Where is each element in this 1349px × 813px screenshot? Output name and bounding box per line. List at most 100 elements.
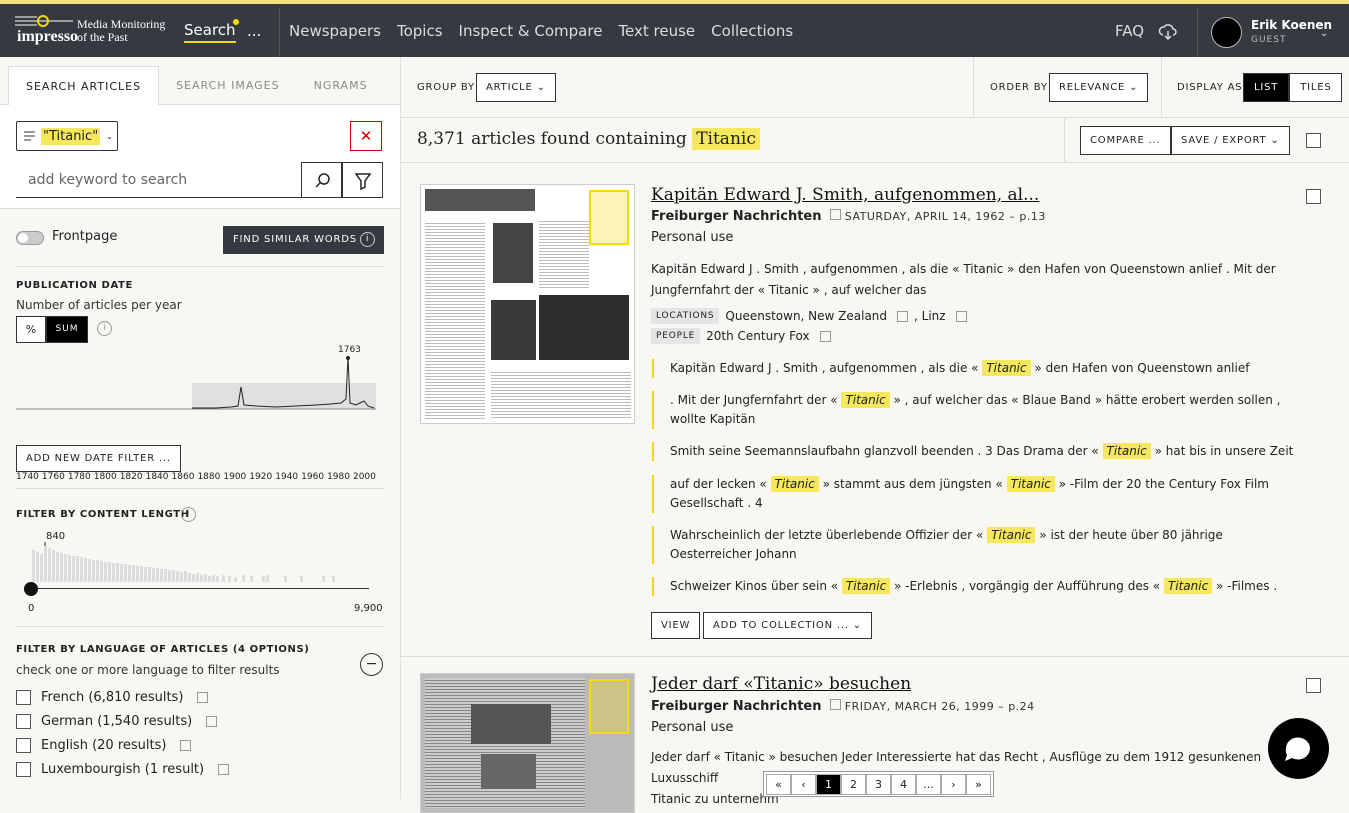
nav-faq[interactable]: FAQ — [1115, 22, 1144, 40]
nav-search[interactable]: Search — [184, 21, 236, 43]
select-article-checkbox[interactable] — [1306, 189, 1321, 204]
match-snippet[interactable]: Schweizer Kinos über sein « Titanic » -E… — [652, 577, 1302, 596]
save-export-button[interactable]: SAVE / EXPORT ⌄ — [1171, 126, 1290, 155]
main-nav: Newspapers Topics Inspect & Compare Text… — [289, 22, 793, 40]
clear-query-button[interactable]: ✕ — [350, 121, 382, 151]
match-snippet[interactable]: . Mit der Jungfernfahrt der « Titanic » … — [652, 391, 1302, 429]
page-button[interactable]: 1 — [816, 774, 841, 795]
compare-button[interactable]: COMPARE ... — [1080, 126, 1171, 155]
length-min-label: 0 — [28, 603, 35, 614]
link-icon — [897, 310, 909, 322]
language-option-english[interactable]: English (20 results) — [16, 738, 192, 753]
person-link[interactable]: 20th Century Fox — [706, 329, 809, 343]
article-title[interactable]: Jeder darf «Titanic» besuchen — [651, 674, 911, 694]
divider — [16, 626, 384, 627]
checkbox[interactable] — [16, 738, 31, 753]
page-button[interactable]: 2 — [841, 774, 866, 795]
nav-more[interactable]: ... — [247, 22, 261, 40]
link-icon[interactable] — [829, 699, 841, 710]
filter-icon — [354, 173, 372, 191]
nav-text-reuse[interactable]: Text reuse — [618, 22, 695, 40]
sum-mode-button[interactable]: SUM — [46, 316, 88, 343]
select-all-checkbox[interactable] — [1306, 133, 1321, 148]
filter-button[interactable] — [342, 162, 383, 198]
checkbox[interactable] — [16, 714, 31, 729]
display-toggle: LIST TILES — [1243, 73, 1343, 102]
tab-search-articles[interactable]: SEARCH ARTICLES — [8, 66, 160, 105]
checkbox[interactable] — [16, 690, 31, 705]
collapse-icon[interactable]: − — [360, 653, 383, 676]
chevron-down-icon[interactable]: ⌄ — [1320, 28, 1328, 39]
chat-button[interactable] — [1268, 718, 1329, 779]
link-icon — [197, 692, 209, 703]
nav-newspapers[interactable]: Newspapers — [289, 22, 381, 40]
date-mode-toggle: % SUM — [16, 316, 88, 343]
divider — [16, 488, 384, 489]
cloud-download-icon[interactable] — [1158, 22, 1178, 42]
results-toolbar: GROUP BY ARTICLE ⌄ ORDER BY RELEVANCE ⌄ … — [401, 57, 1349, 118]
link-icon — [218, 764, 230, 775]
article-title[interactable]: Kapitän Edward J. Smith, aufgenommen, al… — [651, 185, 1039, 205]
results-count: 8,371 articles found containing Titanic — [417, 128, 760, 150]
tab-ngrams[interactable]: NGRAMS — [297, 66, 385, 105]
content-length-title: FILTER BY CONTENT LENGTH — [16, 509, 190, 520]
divider — [1161, 57, 1162, 118]
query-filter-pill[interactable]: "Titanic" ⌄ — [16, 121, 118, 151]
nav-inspect-compare[interactable]: Inspect & Compare — [459, 22, 603, 40]
page-button[interactable]: 4 — [891, 774, 916, 795]
page-button[interactable]: 3 — [866, 774, 891, 795]
first-page-button[interactable]: « — [766, 774, 791, 795]
divider — [16, 266, 384, 267]
prev-page-button[interactable]: ‹ — [791, 774, 816, 795]
add-date-filter-button[interactable]: ADD NEW DATE FILTER ... — [16, 445, 181, 472]
language-option-french[interactable]: French (6,810 results) — [16, 690, 209, 705]
content-length-histogram — [32, 542, 335, 582]
add-to-collection-button[interactable]: ADD TO COLLECTION ... ⌄ — [703, 612, 872, 639]
user-role: GUEST — [1251, 35, 1287, 45]
avatar[interactable] — [1211, 17, 1242, 48]
select-article-checkbox[interactable] — [1306, 678, 1321, 693]
match-snippet[interactable]: Kapitän Edward J . Smith , aufgenommen ,… — [652, 359, 1302, 378]
impresso-logo[interactable]: impresso Media Monitoring of the Past — [15, 12, 167, 52]
date-axis-ticks: 1740 1760 1780 1800 1820 1840 1860 1880 1900 1920… — [16, 472, 376, 482]
last-page-button[interactable]: » — [966, 774, 991, 795]
info-icon[interactable]: i — [181, 507, 196, 522]
language-option-german[interactable]: German (1,540 results) — [16, 714, 218, 729]
match-snippet[interactable]: Wahrscheinlich der letzte überlebende Of… — [652, 526, 1302, 564]
list-view-button[interactable]: LIST — [1243, 73, 1290, 102]
tab-search-images[interactable]: SEARCH IMAGES — [159, 66, 297, 105]
match-snippet[interactable]: auf der lecken « Titanic » stammt aus de… — [652, 475, 1302, 513]
language-filter-title: FILTER BY LANGUAGE OF ARTICLES (4 OPTION… — [16, 644, 310, 655]
percent-mode-button[interactable]: % — [16, 316, 46, 343]
nav-topics[interactable]: Topics — [397, 22, 443, 40]
article-rights: Personal use — [651, 230, 734, 245]
link-icon — [819, 330, 831, 342]
next-page-button[interactable]: › — [941, 774, 966, 795]
link-icon[interactable] — [829, 209, 841, 220]
length-slider-track — [31, 588, 369, 589]
keyword-search-input[interactable] — [16, 162, 301, 198]
info-icon[interactable]: i — [97, 321, 112, 336]
article-thumbnail[interactable] — [420, 184, 635, 424]
search-button[interactable] — [301, 162, 342, 198]
group-by-dropdown[interactable]: ARTICLE ⌄ — [476, 73, 556, 102]
logo-tagline: Media Monitoring of the Past — [77, 17, 166, 44]
find-similar-words-button[interactable]: FIND SIMILAR WORDS i — [223, 226, 384, 254]
checkbox[interactable] — [16, 762, 31, 777]
publication-date-histogram[interactable] — [16, 353, 376, 415]
info-icon: i — [360, 232, 375, 247]
order-by-dropdown[interactable]: RELEVANCE ⌄ — [1049, 73, 1149, 102]
length-slider-handle[interactable] — [24, 582, 38, 596]
language-option-luxembourgish[interactable]: Luxembourgish (1 result) — [16, 762, 230, 777]
frontpage-toggle[interactable] — [16, 231, 44, 245]
view-button[interactable]: VIEW — [651, 612, 701, 639]
article-thumbnail[interactable] — [420, 673, 635, 813]
divider — [973, 57, 974, 118]
location-link[interactable]: Queenstown, New Zealand — [725, 309, 887, 323]
tiles-view-button[interactable]: TILES — [1289, 73, 1343, 102]
search-sidebar: SEARCH ARTICLES SEARCH IMAGES NGRAMS "Ti… — [0, 57, 401, 799]
match-snippet[interactable]: Smith seine Seemannslaufbahn glanzvoll b… — [652, 442, 1302, 461]
page-ellipsis[interactable]: ... — [916, 774, 941, 795]
nav-collections[interactable]: Collections — [711, 22, 793, 40]
location-link[interactable]: , Linz — [914, 309, 946, 323]
